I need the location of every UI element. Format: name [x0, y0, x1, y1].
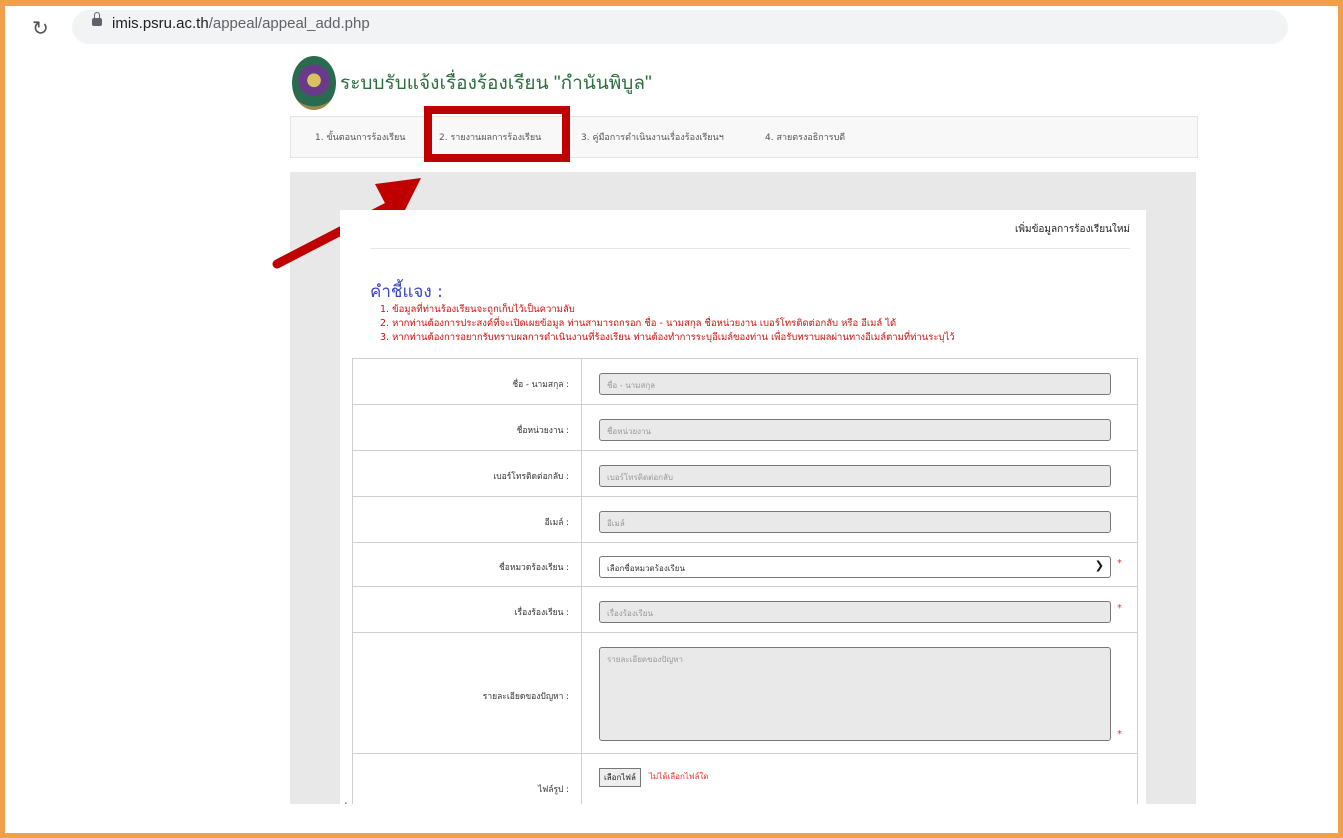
- required-mark: *: [1117, 558, 1122, 569]
- label-subject: เรื่องร้องเรียน :: [514, 608, 569, 618]
- form-row-category: ชื่อหมวดร้องเรียน : เลือกชื่อหมวดร้องเรี…: [353, 542, 1137, 586]
- details-textarea[interactable]: รายละเอียดของปัญหา: [599, 647, 1111, 741]
- label-phone: เบอร์โทรติดต่อกลับ :: [493, 472, 569, 482]
- file-status: ไม่ได้เลือกไฟล์ใด: [649, 772, 709, 781]
- form-row-email: อีเมล์ : อีเมล์: [353, 496, 1137, 542]
- label-file: ไฟล์รูป :: [537, 785, 569, 795]
- tab-complaint-steps[interactable]: 1. ขั้นตอนการร้องเรียน: [315, 130, 405, 144]
- choose-file-button[interactable]: เลือกไฟล์: [599, 768, 641, 787]
- subject-input[interactable]: เรื่องร้องเรียน: [599, 601, 1111, 623]
- category-select-value: เลือกชื่อหมวดร้องเรียน: [607, 564, 685, 573]
- divider: [370, 248, 1130, 249]
- name-input[interactable]: ชื่อ - นามสกุล: [599, 373, 1111, 395]
- tab-operation-manual[interactable]: 3. คู่มือการดำเนินงานเรื่องร้องเรียนฯ: [581, 130, 724, 144]
- footer-fragment: ป: [340, 798, 347, 804]
- card-title: เพิ่มข้อมูลการร้องเรียนใหม่: [1014, 224, 1130, 235]
- form-row-department: ชื่อหน่วยงาน : ชื่อหน่วยงาน: [353, 404, 1137, 450]
- complaint-form-card: เพิ่มข้อมูลการร้องเรียนใหม่ คำชี้แจง : 1…: [340, 210, 1146, 804]
- notice-2: 2. หากท่านต้องการประสงค์ที่จะเปิดเผยข้อม…: [380, 318, 897, 329]
- form-row-subject: เรื่องร้องเรียน : เรื่องร้องเรียน *: [353, 586, 1137, 632]
- department-input[interactable]: ชื่อหน่วยงาน: [599, 419, 1111, 441]
- chevron-down-icon: ❯: [1094, 559, 1104, 572]
- form-row-file: ไฟล์รูป : เลือกไฟล์ ไม่ได้เลือกไฟล์ใด: [353, 753, 1137, 804]
- reload-icon[interactable]: ↻: [32, 16, 49, 40]
- label-name: ชื่อ - นามสกุล :: [512, 380, 569, 390]
- tab-president-hotline[interactable]: 4. สายตรงอธิการบดี: [765, 130, 845, 144]
- required-mark: *: [1117, 729, 1122, 740]
- form-row-details: รายละเอียดของปัญหา : รายละเอียดของปัญหา …: [353, 632, 1137, 753]
- web-page: ระบบรับแจ้งเรื่องร้องเรียน "กำนันพิบูล" …: [6, 48, 1332, 804]
- notice-3: 3. หากท่านต้องการอยากรับทราบผลการดำเนินง…: [380, 332, 955, 343]
- highlight-box: [424, 106, 570, 162]
- label-department: ชื่อหน่วยงาน :: [516, 426, 569, 436]
- label-email: อีเมล์ :: [544, 518, 569, 528]
- university-logo: [292, 56, 336, 110]
- category-select[interactable]: เลือกชื่อหมวดร้องเรียน ❯: [599, 556, 1111, 578]
- notice-heading: คำชี้แจง :: [370, 282, 443, 302]
- phone-input[interactable]: เบอร์โทรติดต่อกลับ: [599, 465, 1111, 487]
- lock-icon[interactable]: [92, 12, 102, 26]
- url-host: imis.psru.ac.th: [112, 15, 209, 32]
- notice-1: 1. ข้อมูลที่ท่านร้องเรียนจะถูกเก็บไว้เป็…: [380, 304, 575, 315]
- url-text[interactable]: imis.psru.ac.th/appeal/appeal_add.php: [112, 15, 370, 32]
- label-category: ชื่อหมวดร้องเรียน :: [498, 563, 569, 573]
- email-input[interactable]: อีเมล์: [599, 511, 1111, 533]
- complaint-form: ชื่อ - นามสกุล : ชื่อ - นามสกุล ชื่อหน่ว…: [352, 358, 1138, 804]
- browser-toolbar: ↻ imis.psru.ac.th/appeal/appeal_add.php: [6, 6, 1288, 49]
- url-path: /appeal/appeal_add.php: [208, 15, 370, 32]
- required-mark: *: [1117, 603, 1122, 614]
- label-details: รายละเอียดของปัญหา :: [482, 692, 569, 702]
- form-row-phone: เบอร์โทรติดต่อกลับ : เบอร์โทรติดต่อกลับ: [353, 450, 1137, 496]
- site-title: ระบบรับแจ้งเรื่องร้องเรียน "กำนันพิบูล": [340, 73, 652, 94]
- form-row-name: ชื่อ - นามสกุล : ชื่อ - นามสกุล: [353, 359, 1137, 404]
